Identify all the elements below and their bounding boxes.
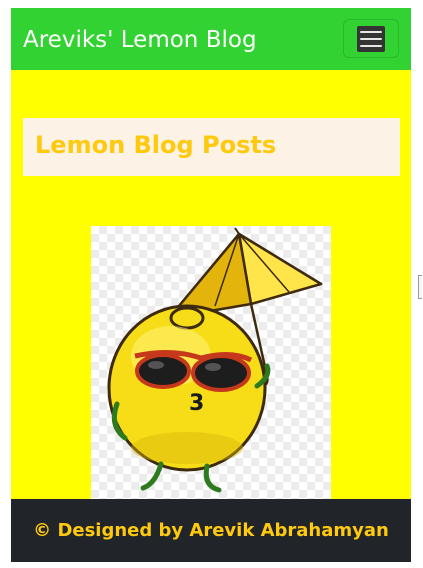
lemon-mascot-illustration: 3 [107, 227, 323, 493]
hamburger-menu-icon [357, 25, 385, 52]
hamburger-line [360, 44, 382, 47]
mascot-mouth-label: 3 [189, 391, 204, 416]
page-frame: Areviks' Lemon Blog Lemon Blog Posts 3 ©… [11, 8, 411, 562]
navbar-toggler-button[interactable] [343, 19, 399, 58]
page-footer: © Designed by Arevik Abrahamyan [11, 499, 411, 562]
lemon-mascot-image: 3 [91, 226, 331, 501]
hamburger-line [360, 30, 382, 33]
footer-copyright-text: © Designed by Arevik Abrahamyan [33, 520, 389, 541]
page-title: Lemon Blog Posts [35, 131, 277, 159]
brand-link[interactable]: Areviks' Lemon Blog [23, 25, 257, 55]
scrollbar-handle[interactable] [418, 275, 422, 299]
hamburger-line [360, 37, 382, 40]
navbar: Areviks' Lemon Blog [11, 8, 411, 70]
posts-heading-box: Lemon Blog Posts [23, 118, 400, 176]
